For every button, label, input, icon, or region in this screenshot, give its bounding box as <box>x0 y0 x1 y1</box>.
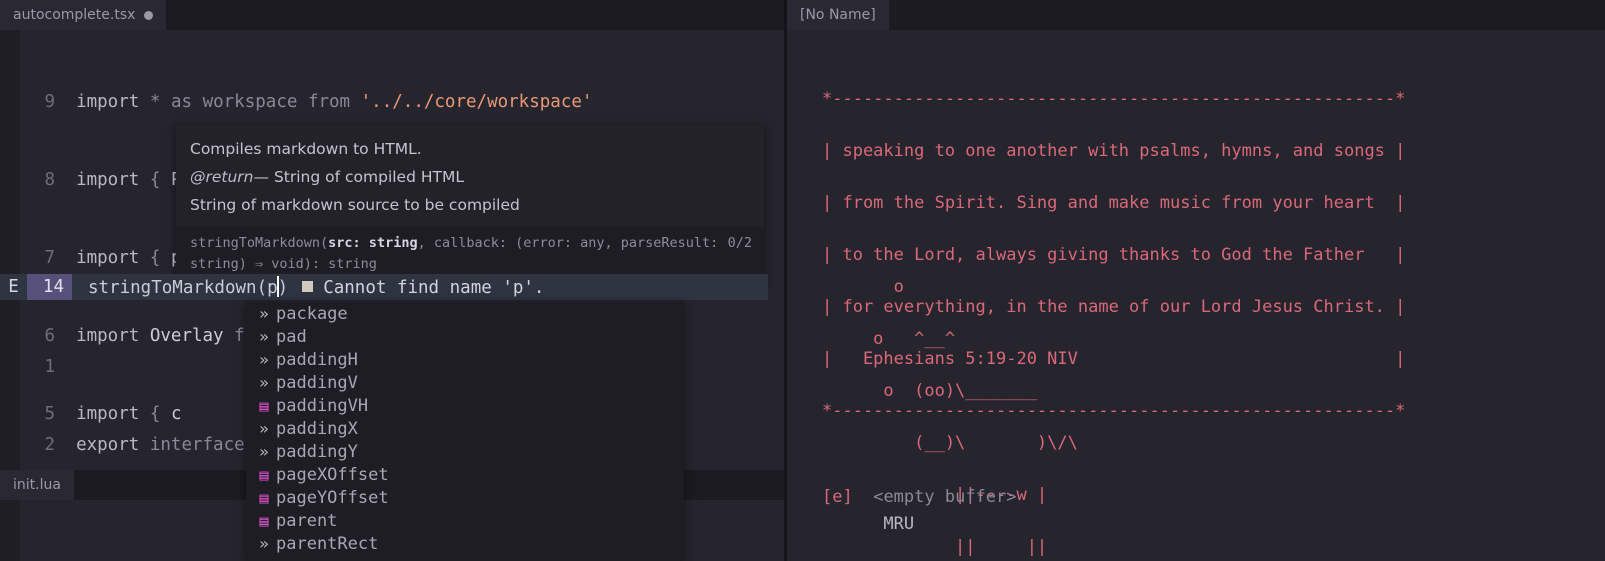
completion-label: paddingVH <box>276 395 369 416</box>
method-icon: » <box>259 327 269 346</box>
completion-label: pageYOffset <box>276 487 389 508</box>
doc-return-sep: — <box>253 168 270 186</box>
completion-label: parentRect <box>276 533 379 554</box>
tab-label: autocomplete.tsx <box>13 7 136 23</box>
cow-line: o <box>822 277 904 297</box>
completion-label: pad <box>276 326 307 347</box>
quote-line: | speaking to one another with psalms, h… <box>822 141 1406 161</box>
doc-body: Compiles markdown to HTML. @return— Stri… <box>176 125 764 227</box>
signature-count: 0/2 <box>727 235 752 251</box>
doc-return-text: String of compiled HTML <box>273 168 464 186</box>
completion-item[interactable]: ▤ parent <box>246 509 684 532</box>
completion-item[interactable]: » paddingH <box>246 348 684 371</box>
completion-item[interactable]: » parentRect <box>246 532 684 555</box>
doc-return-tag: @return <box>190 168 254 186</box>
completion-item[interactable]: » paddingV <box>246 371 684 394</box>
signature-pre: stringToMarkdown( <box>190 235 329 251</box>
error-marker: E <box>8 277 19 297</box>
completion-item[interactable]: ▤ pageYOffset <box>246 486 684 509</box>
tab-init-lua[interactable]: init.lua <box>0 470 74 500</box>
completion-label: paddingV <box>276 372 358 393</box>
completion-label: paddingY <box>276 441 358 462</box>
mru-list: [0] ~/.config/nvim/lua/init.lua <box>822 538 1150 561</box>
method-icon: » <box>259 442 269 461</box>
doc-summary: Compiles markdown to HTML. <box>190 140 422 158</box>
cow-line: o ^__^ <box>822 329 956 349</box>
method-icon: » <box>259 534 269 553</box>
completion-label: pageXOffset <box>276 464 389 485</box>
hover-documentation-popup: Compiles markdown to HTML. @return— Stri… <box>176 125 764 283</box>
current-error-line[interactable]: E 14 stringToMarkdown(p) Cannot find name… <box>0 274 768 300</box>
doc-param: String of markdown source to be compiled <box>190 196 520 214</box>
completion-item[interactable]: » paddingY <box>246 440 684 463</box>
method-icon: » <box>259 304 269 323</box>
current-line-code: stringToMarkdown(p) Cannot find name 'p'. <box>72 276 544 298</box>
signature-active-param: src: string <box>328 235 418 251</box>
modified-dot-icon <box>144 10 154 20</box>
code-text-before-caret: stringToMarkdown(p <box>88 278 278 298</box>
left-editor-pane: autocomplete.tsx 9 import * as workspace… <box>0 0 784 561</box>
tab-label: [No Name] <box>800 7 876 23</box>
editor-window: autocomplete.tsx 9 import * as workspace… <box>0 0 1605 561</box>
cow-line: o (oo)\_______ <box>822 381 1037 401</box>
completion-item[interactable]: ▤ paddingVH <box>246 394 684 417</box>
method-icon: » <box>259 373 269 392</box>
tab-autocomplete-tsx[interactable]: autocomplete.tsx <box>0 0 167 30</box>
completion-label: package <box>276 303 348 324</box>
variable-icon: ▤ <box>259 465 269 484</box>
tab-label: init.lua <box>13 477 61 493</box>
right-pane: [No Name] *-----------------------------… <box>787 0 1605 561</box>
completion-label: parent <box>276 510 338 531</box>
code-line: 9 import * as workspace from '../../core… <box>44 92 593 112</box>
completion-item[interactable]: ▤ pageXOffset <box>246 463 684 486</box>
right-tabline: [No Name] <box>787 0 1605 30</box>
completion-item[interactable]: » package <box>246 302 684 325</box>
diagnostic-square-icon <box>302 281 314 292</box>
left-tabline: autocomplete.tsx <box>0 0 784 30</box>
variable-icon: ▤ <box>259 511 269 530</box>
variable-icon: ▤ <box>259 396 269 415</box>
completion-item[interactable]: » paddingX <box>246 417 684 440</box>
completion-item[interactable]: » pad <box>246 325 684 348</box>
completion-menu[interactable]: » package » pad » paddingH » paddingV ▤ paddi… <box>246 302 684 561</box>
variable-icon: ▤ <box>259 488 269 507</box>
completion-label: paddingX <box>276 418 358 439</box>
doc-return: @return— String of compiled HTML <box>190 163 750 191</box>
code-text-after-caret: ) <box>277 278 289 298</box>
quote-line: *---------------------------------------… <box>822 89 1406 109</box>
quote-line: | from the Spirit. Sing and make music f… <box>822 193 1406 213</box>
completion-label: paddingH <box>276 349 358 370</box>
current-line-number: 14 <box>27 274 72 300</box>
diagnostic-message: Cannot find name 'p'. <box>323 278 545 298</box>
method-icon: » <box>259 350 269 369</box>
method-icon: » <box>259 419 269 438</box>
tab-no-name[interactable]: [No Name] <box>787 0 889 30</box>
